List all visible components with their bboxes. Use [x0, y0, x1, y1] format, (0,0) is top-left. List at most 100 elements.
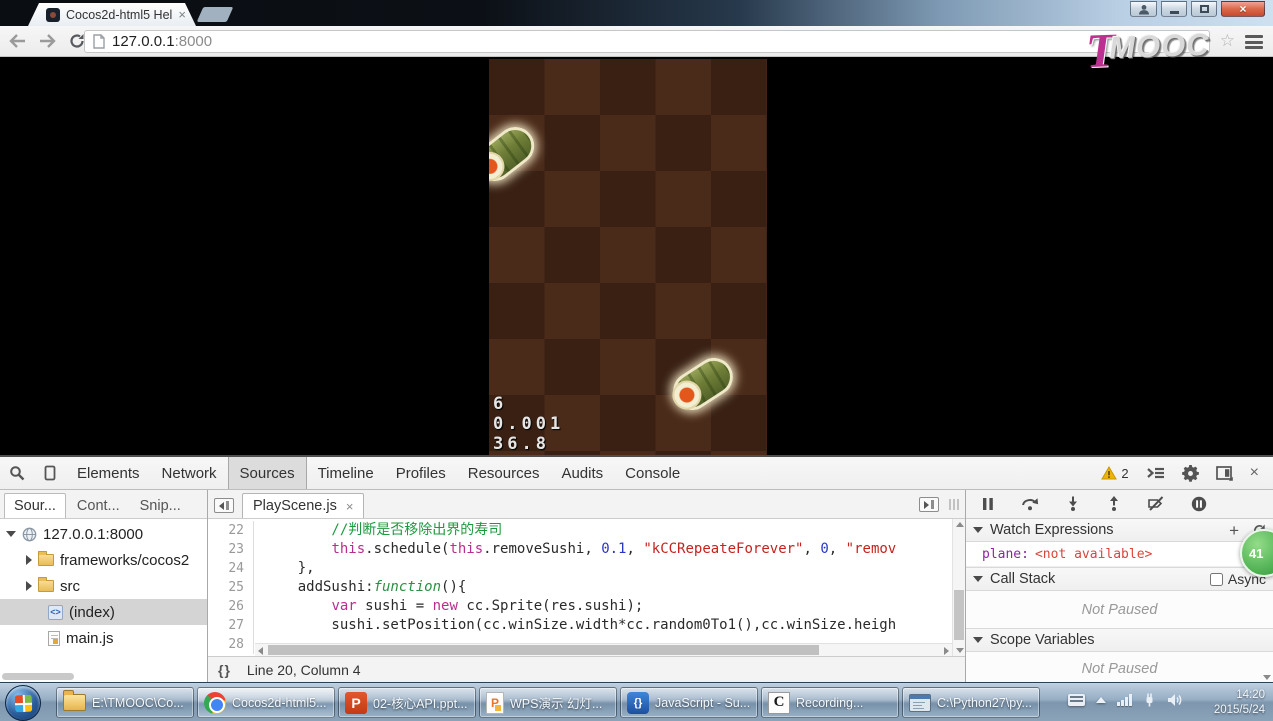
pause-button[interactable]: [982, 497, 994, 511]
minimize-icon: [1170, 11, 1179, 14]
taskbar-item-wps[interactable]: PWPS演示 幻灯...: [479, 687, 617, 718]
taskbar-item-folder[interactable]: E:\TMOOC\Co...: [56, 687, 194, 718]
sushi-sprite[interactable]: [666, 351, 740, 418]
editor-vscrollbar[interactable]: [952, 519, 965, 656]
sidebar-hscrollbar[interactable]: [2, 673, 74, 680]
taskbar-item-ppt[interactable]: P02-核心API.ppt...: [338, 687, 476, 718]
bookmark-star-icon[interactable]: ☆: [1220, 32, 1235, 49]
code-line: 22 //判断是否移除出界的寿司: [208, 521, 965, 540]
async-checkbox[interactable]: [1210, 573, 1223, 586]
sidebar-tab-sour[interactable]: Sour...: [4, 493, 66, 518]
devtools-tab-timeline[interactable]: Timeline: [307, 457, 385, 489]
tree-expanded-icon[interactable]: [6, 531, 16, 537]
game-canvas[interactable]: 60.00136.8: [489, 59, 767, 455]
close-window-button[interactable]: ×: [1221, 1, 1265, 17]
line-number[interactable]: 27: [208, 616, 254, 635]
volume-icon[interactable]: [1167, 693, 1183, 707]
add-watch-icon[interactable]: +: [1229, 522, 1239, 539]
clock-date: 2015/5/24: [1214, 703, 1265, 718]
game-stats: 60.00136.8: [493, 394, 564, 454]
folder-icon: [38, 554, 54, 566]
line-number[interactable]: 22: [208, 521, 254, 540]
devtools-tab-resources[interactable]: Resources: [457, 457, 551, 489]
tree-collapsed-icon[interactable]: [26, 581, 32, 591]
taskbar-item-cmd[interactable]: C:\Python27\py...: [902, 687, 1040, 718]
game-stat: 6: [493, 394, 564, 414]
pretty-print-icon[interactable]: {}: [218, 662, 231, 678]
taskbar-item-rec[interactable]: CRecording...: [761, 687, 899, 718]
scope-variables-header[interactable]: Scope Variables: [966, 628, 1273, 652]
file-tab-close-icon[interactable]: ×: [346, 499, 354, 514]
forward-button[interactable]: [34, 29, 60, 53]
devtools-tab-audits[interactable]: Audits: [550, 457, 614, 489]
watch-expressions-header[interactable]: Watch Expressions +: [966, 519, 1273, 543]
dock-side-icon[interactable]: [1216, 466, 1233, 481]
browser-tab[interactable]: Cocos2d-html5 Hello W ×: [28, 3, 196, 26]
chrome-menu-icon[interactable]: [1245, 35, 1263, 49]
address-bar[interactable]: 127.0.0.1:8000: [84, 30, 1210, 53]
minimize-button[interactable]: [1161, 1, 1187, 17]
call-stack-header[interactable]: Call Stack Async: [966, 567, 1273, 591]
tree-item--index-[interactable]: (index): [0, 599, 207, 625]
cocos2d-favicon-icon: [46, 8, 60, 22]
network-signal-icon[interactable]: [1117, 694, 1132, 706]
power-plug-icon[interactable]: [1143, 693, 1156, 707]
panel-scroll-down-icon[interactable]: [1263, 675, 1271, 680]
show-drawer-icon[interactable]: [919, 497, 939, 512]
devtools-search-icon[interactable]: [0, 457, 34, 489]
screen: Cocos2d-html5 Hello W × × 127.0.0.1:8000…: [0, 0, 1273, 721]
maximize-button[interactable]: [1191, 1, 1217, 17]
line-number[interactable]: 23: [208, 540, 254, 559]
tree-collapsed-icon[interactable]: [26, 555, 32, 565]
folder-icon: [38, 580, 54, 592]
line-number[interactable]: 25: [208, 578, 254, 597]
devtools-tab-console[interactable]: Console: [614, 457, 691, 489]
tab-close-icon[interactable]: ×: [178, 8, 186, 21]
tree-item-src[interactable]: src: [0, 573, 207, 599]
tree-item-main-js[interactable]: main.js: [0, 625, 207, 651]
line-number[interactable]: 28: [208, 635, 254, 654]
settings-gear-icon[interactable]: [1182, 465, 1199, 482]
code-text: //判断是否移除出界的寿司: [254, 521, 502, 540]
taskbar-item-label: JavaScript - Su...: [655, 696, 751, 710]
line-number[interactable]: 24: [208, 559, 254, 578]
devtools-tab-network[interactable]: Network: [151, 457, 228, 489]
sushi-sprite[interactable]: [489, 119, 542, 188]
file-tab-label: PlayScene.js: [253, 498, 337, 514]
back-button[interactable]: [4, 29, 30, 53]
devtools-close-icon[interactable]: ×: [1250, 465, 1259, 481]
pause-on-exceptions-button[interactable]: [1191, 496, 1207, 512]
devtools-tab-sources[interactable]: Sources: [228, 457, 307, 489]
step-into-button[interactable]: [1066, 496, 1080, 511]
line-number[interactable]: 26: [208, 597, 254, 616]
tree-item-127-0-0-1-8000[interactable]: 127.0.0.1:8000: [0, 521, 207, 547]
devtools-tab-elements[interactable]: Elements: [66, 457, 151, 489]
step-out-button[interactable]: [1107, 496, 1121, 511]
start-button[interactable]: [5, 685, 41, 721]
taskbar-clock[interactable]: 14:20 2015/5/24: [1214, 688, 1265, 718]
tree-item-frameworks-cocos2[interactable]: frameworks/cocos2: [0, 547, 207, 573]
watch-expression-row[interactable]: plane: <not available>: [966, 542, 1273, 567]
tab-overflow-icon[interactable]: [949, 499, 959, 510]
deactivate-breakpoints-button[interactable]: [1148, 496, 1164, 511]
editor-file-tab[interactable]: PlayScene.js ×: [242, 493, 364, 518]
code-line: 23 this.schedule(this.removeSushi, 0.1, …: [208, 540, 965, 559]
warning-counter[interactable]: 2: [1101, 466, 1128, 481]
console-drawer-icon[interactable]: [1146, 466, 1165, 480]
show-hidden-icons[interactable]: [1096, 697, 1106, 703]
hide-navigator-icon[interactable]: [214, 498, 234, 513]
taskbar-item-js[interactable]: {}JavaScript - Su...: [620, 687, 758, 718]
editor-hscrollbar[interactable]: [255, 643, 952, 656]
devtools-tab-profiles[interactable]: Profiles: [385, 457, 457, 489]
code-area[interactable]: 22 //判断是否移除出界的寿司23 this.schedule(this.re…: [208, 519, 965, 656]
new-tab-button[interactable]: [197, 7, 234, 22]
taskbar-item-chrome[interactable]: Cocos2d-html5...: [197, 687, 335, 718]
sidebar-tab-cont[interactable]: Cont...: [68, 494, 129, 518]
device-mode-icon[interactable]: [34, 457, 66, 489]
profile-button[interactable]: [1130, 1, 1157, 17]
sidebar-tab-snip[interactable]: Snip...: [131, 494, 190, 518]
input-language-icon[interactable]: [1068, 694, 1085, 706]
step-over-button[interactable]: [1021, 496, 1039, 511]
editor-tabstrip-right: [919, 497, 959, 512]
editor-status-bar: {} Line 20, Column 4: [208, 656, 965, 682]
